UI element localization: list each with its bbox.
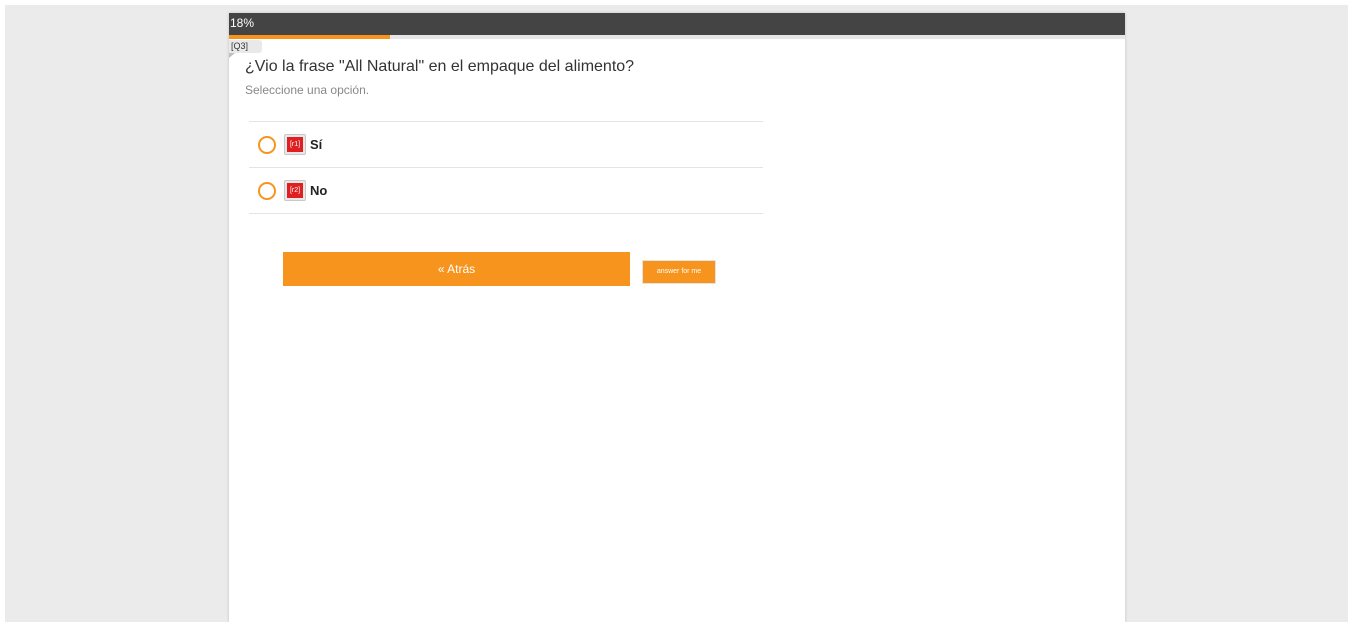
answer-label[interactable]: No xyxy=(310,183,327,198)
survey-page: 18% [Q3] ¿Vio la frase "All Natural" en … xyxy=(229,13,1125,622)
question-tag-tail xyxy=(229,53,235,58)
answer-for-me-button[interactable]: answer for me xyxy=(642,260,716,284)
question-instructions: Seleccione una opción. xyxy=(245,83,370,97)
answer-label[interactable]: Sí xyxy=(310,137,322,152)
radio-button[interactable] xyxy=(258,182,276,200)
row-tag: [r2] xyxy=(284,180,306,201)
back-button[interactable]: « Atrás xyxy=(283,252,630,286)
progress-header: 18% xyxy=(229,13,1125,35)
row-tag-label: [r2] xyxy=(287,183,303,198)
question-title: ¿Vio la frase "All Natural" en el empaqu… xyxy=(245,58,635,75)
question-tag: [Q3] xyxy=(229,40,262,53)
answer-option-no[interactable]: [r2] No xyxy=(249,168,763,214)
answer-option-si[interactable]: [r1] Sí xyxy=(249,122,763,168)
progress-fill xyxy=(229,35,391,39)
radio-button[interactable] xyxy=(258,136,276,154)
row-tag: [r1] xyxy=(284,134,306,155)
progress-percent: 18% xyxy=(230,16,255,30)
progress-track xyxy=(229,35,1125,39)
answer-list: [r1] Sí [r2] No xyxy=(249,121,763,214)
row-tag-label: [r1] xyxy=(287,137,303,152)
